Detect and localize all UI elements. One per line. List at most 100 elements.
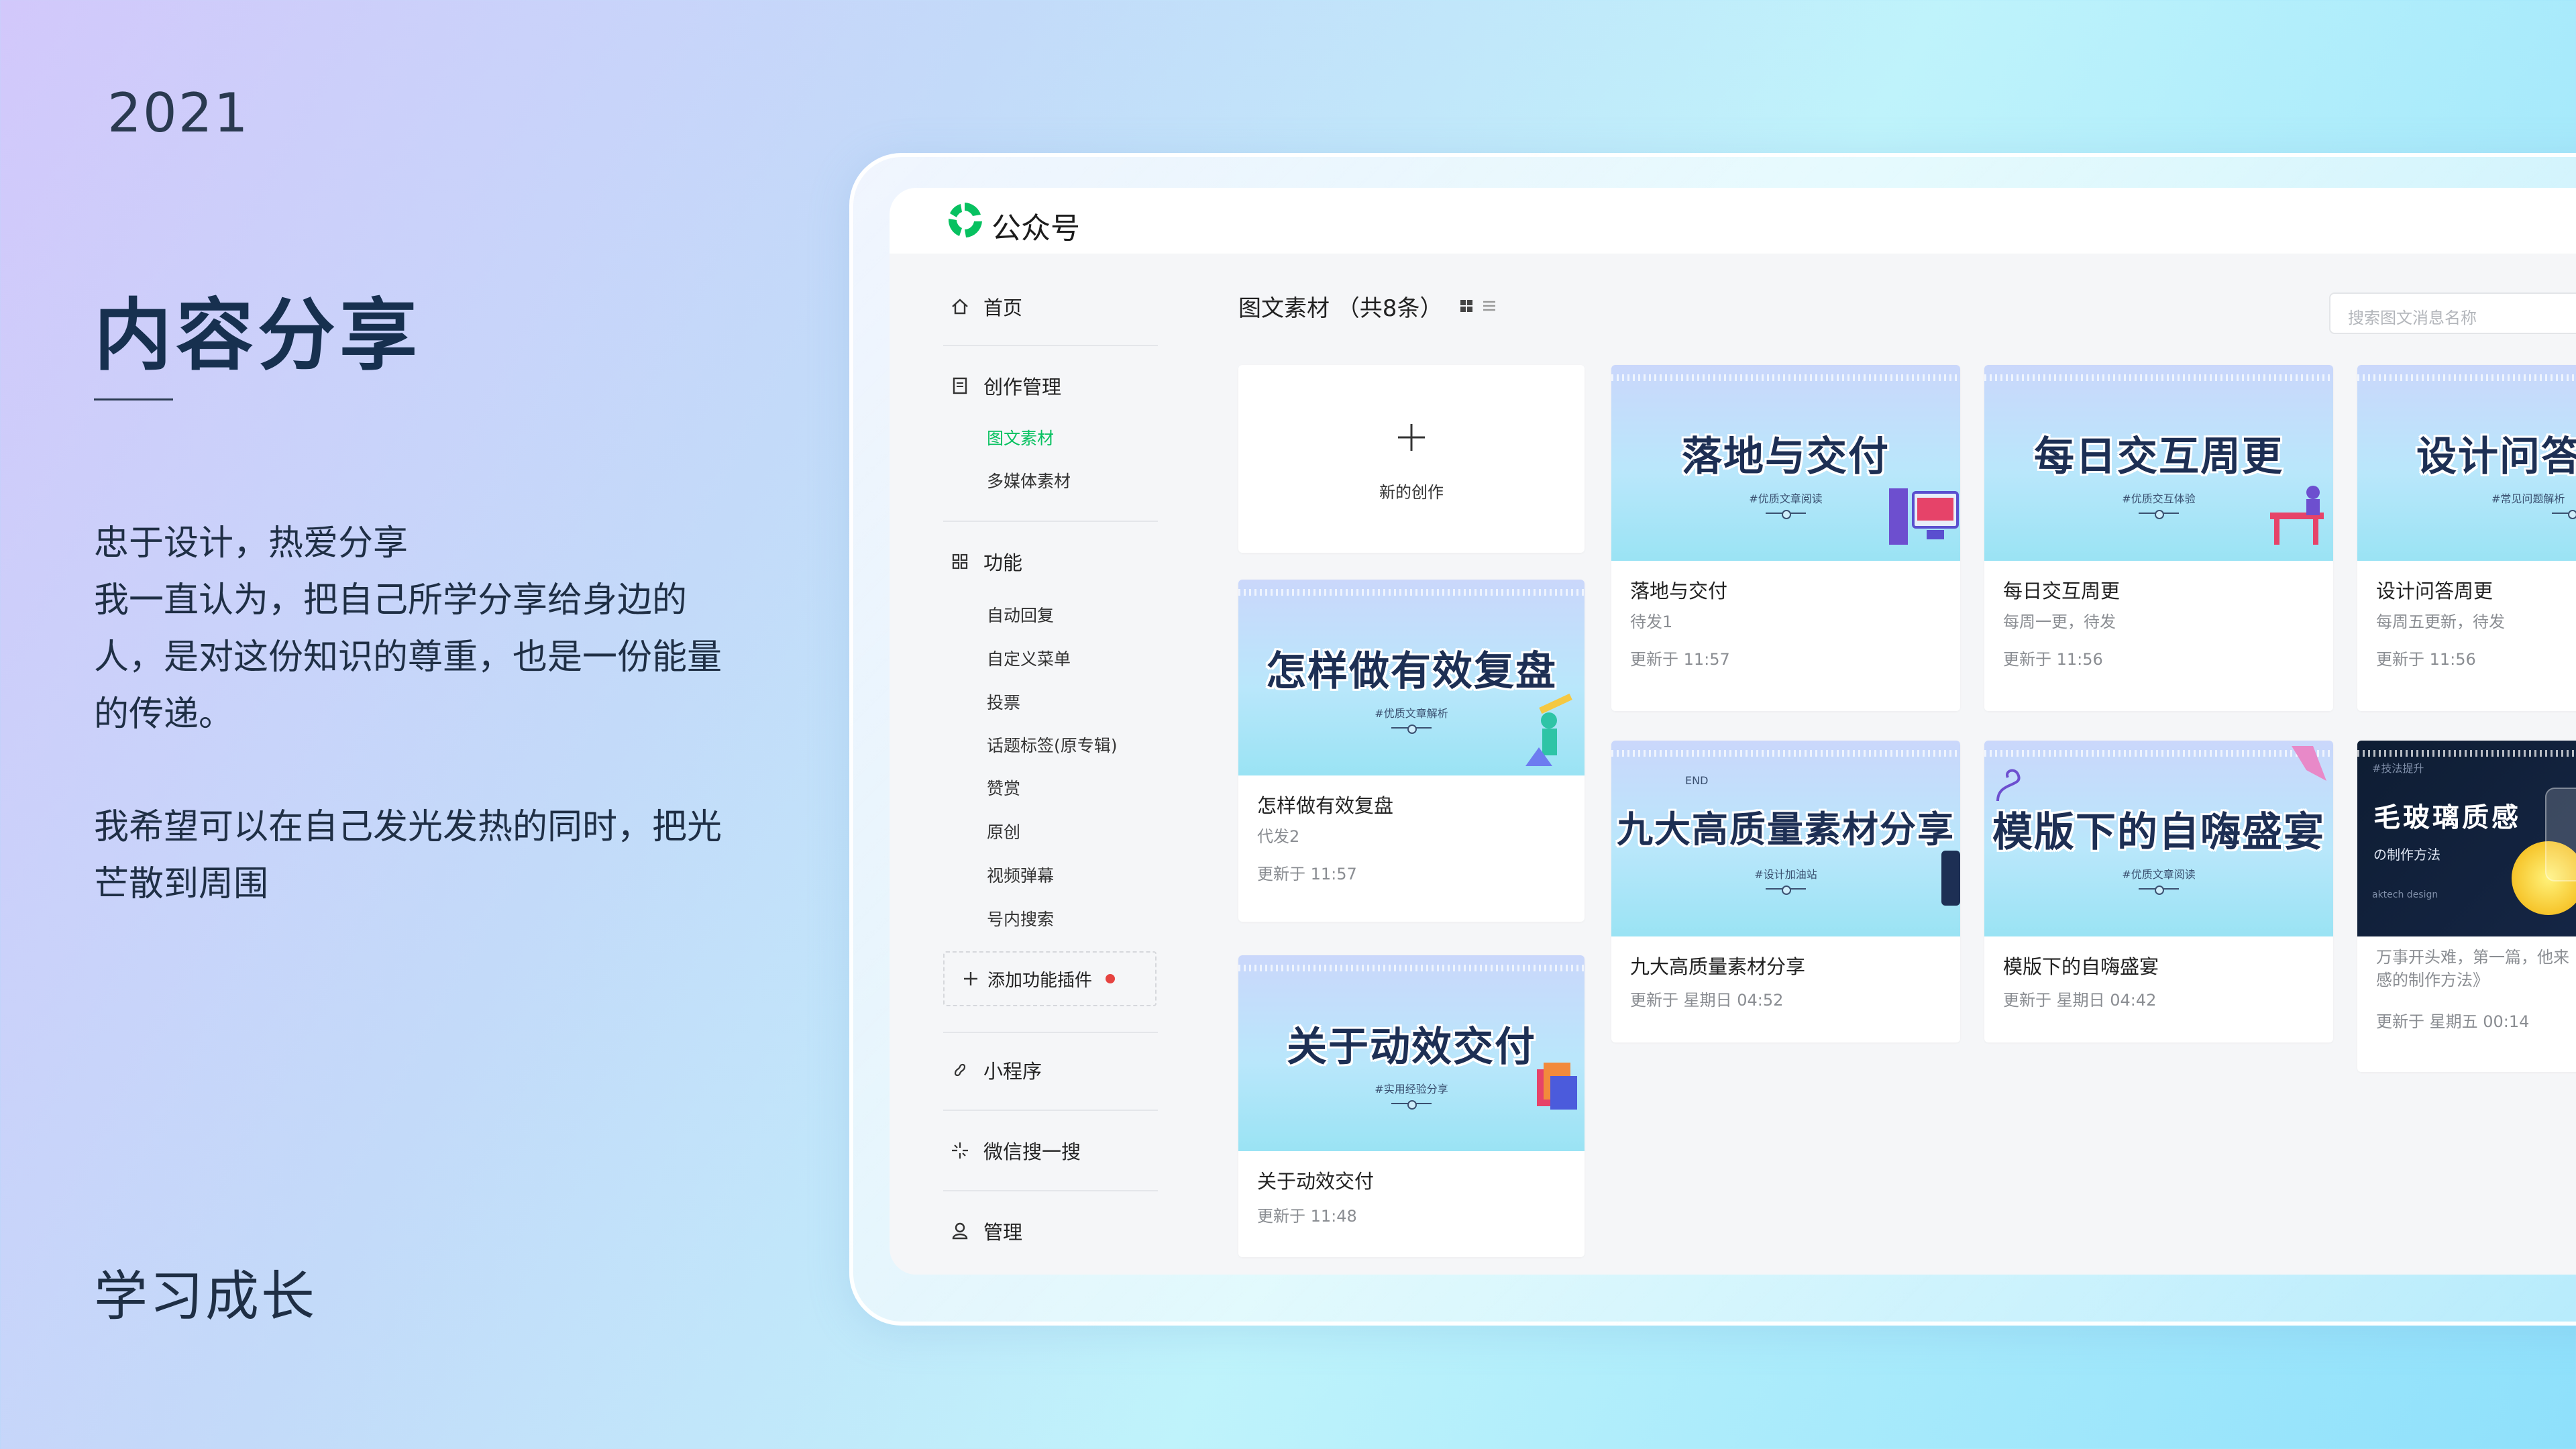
sidebar-item-label: 管理 — [983, 1221, 1023, 1244]
sidebar-subitem-auto-reply[interactable]: 自动回复 — [987, 602, 1054, 627]
cover-title: 模版下的自嗨盛宴 — [1992, 809, 2325, 856]
card-status: 每周五更新，待发 — [2376, 612, 2505, 631]
sidebar-item-features[interactable]: 功能 — [950, 547, 1022, 576]
app-name: 公众号 — [991, 211, 1080, 246]
page-title: 内容分享 — [94, 290, 421, 381]
cover-tag: #设计加油站 — [1754, 868, 1817, 881]
article-card[interactable]: #技法提升 毛玻璃质感 の制作方法 aktech design 万事开头难，第一… — [2357, 741, 2576, 1072]
sidebar-item-label: 功能 — [983, 551, 1023, 574]
notification-dot — [1106, 974, 1116, 983]
cover-title: 九大高质量素材分享 — [1617, 808, 1955, 851]
intro-line: 的传递。 — [94, 694, 234, 735]
wechat-oa-logo-icon[interactable] — [943, 199, 986, 241]
article-cover: 每日交互周更 #优质交互体验 — [1984, 365, 2333, 561]
sidebar-item-label: 微信搜一搜 — [983, 1140, 1081, 1163]
computer-illustration-icon — [1889, 488, 1959, 545]
top-bar: 公众号 — [890, 188, 2576, 254]
plus-icon — [1398, 424, 1425, 451]
article-card[interactable]: 关于动效交付 #实用经验分享 关于动效交付 更新于 11:48 — [1238, 955, 1585, 1257]
article-card[interactable]: 怎样做有效复盘 #优质文章解析 怎样做有效复盘 代发2 更新于 11:57 — [1238, 580, 1585, 922]
cover-ornament — [1391, 724, 1432, 734]
sidebar-item-mini-program[interactable]: 小程序 — [950, 1056, 1042, 1084]
card-updated: 更新于 11:56 — [2003, 650, 2103, 669]
card-updated: 更新于 星期五 00:14 — [2376, 1012, 2530, 1031]
sidebar-subitem-vote[interactable]: 投票 — [987, 690, 1020, 714]
card-title: 落地与交付 — [1630, 580, 1728, 602]
cover-ornament — [2139, 510, 2179, 519]
sidebar-subitem-reward[interactable]: 赞赏 — [987, 775, 1020, 800]
sidebar-subitem-topic-tags[interactable]: 话题标签(原专辑) — [987, 733, 1118, 757]
search-input[interactable]: 搜索图文消息名称 — [2329, 292, 2576, 334]
cover-ornament — [2552, 510, 2576, 519]
sidebar-item-manage[interactable]: 管理 — [950, 1217, 1022, 1245]
app-window: 公众号 首页 创作管理 图文素材 多媒体素材 功能 自动回复 自定义菜单 投票 … — [890, 188, 2576, 1275]
intro-line: 我一直认为，把自己所学分享给身边的 — [94, 580, 688, 621]
cover-title: 设计问答 — [2416, 433, 2576, 480]
card-description: 万事开头难，第一篇，他来 — [2376, 948, 2569, 967]
list-view-icon[interactable] — [1481, 298, 1497, 314]
document-icon — [953, 377, 967, 394]
card-title: 九大高质量素材分享 — [1630, 955, 1806, 978]
year-label: 2021 — [107, 82, 250, 144]
card-title: 关于动效交付 — [1257, 1170, 1375, 1193]
intro-line: 芒散到周围 — [94, 864, 269, 904]
cover-title: 每日交互周更 — [2034, 433, 2284, 480]
ribbon-decoration-icon — [2292, 746, 2326, 781]
cover-footer: aktech design — [2372, 890, 2438, 900]
add-plugin-button[interactable]: 添加功能插件 — [943, 951, 1157, 1006]
card-status: 待发1 — [1630, 612, 1673, 631]
intro-line: 我希望可以在自己发光发热的同时，把光 — [94, 807, 722, 847]
sidebar-subitem-image-text[interactable]: 图文素材 — [987, 425, 1054, 449]
article-cover: 怎样做有效复盘 #优质文章解析 — [1238, 580, 1585, 775]
cover-title: 落地与交付 — [1682, 433, 1890, 480]
cover-subtitle: の制作方法 — [2373, 847, 2440, 863]
card-updated: 更新于 11:57 — [1630, 650, 1730, 669]
card-description: 感的制作方法》 — [2376, 971, 2489, 989]
sidebar-subitem-media[interactable]: 多媒体素材 — [987, 468, 1071, 492]
sidebar-divider — [943, 1110, 1158, 1111]
card-title: 怎样做有效复盘 — [1257, 794, 1394, 817]
card-title: 模版下的自嗨盛宴 — [2003, 955, 2159, 978]
card-updated: 更新于 11:57 — [1257, 865, 1357, 883]
mini-program-icon — [954, 1063, 966, 1077]
cover-ornament — [1766, 885, 1806, 895]
sidebar-item-home[interactable]: 首页 — [950, 292, 1022, 321]
article-card[interactable]: 落地与交付 #优质文章阅读 落地与交付 待发1 更新于 11:57 — [1611, 365, 1960, 711]
sidebar-item-creation[interactable]: 创作管理 — [950, 372, 1061, 400]
cover-title: 毛玻璃质感 — [2373, 802, 2521, 833]
cover-tag: #实用经验分享 — [1375, 1083, 1448, 1095]
cover-ornament — [2139, 885, 2179, 895]
title-divider — [94, 398, 173, 400]
card-updated: 更新于 11:56 — [2376, 650, 2476, 669]
card-status: 代发2 — [1257, 827, 1300, 846]
sidebar-subitem-video-danmaku[interactable]: 视频弹幕 — [987, 863, 1054, 887]
cover-tag: #常见问题解析 — [2491, 492, 2565, 505]
sidebar-subitem-original[interactable]: 原创 — [987, 819, 1020, 843]
article-cover: 设计问答 #常见问题解析 — [2357, 365, 2576, 561]
card-title: 每日交互周更 — [2003, 580, 2121, 602]
article-cover: #技法提升 毛玻璃质感 の制作方法 aktech design — [2357, 741, 2576, 936]
figure-illustration-icon — [1525, 694, 1572, 766]
books-illustration-icon — [1537, 1063, 1577, 1110]
sidebar-item-label: 首页 — [983, 297, 1023, 319]
cover-title: 关于动效交付 — [1287, 1024, 1536, 1071]
sidebar-subitem-in-account-search[interactable]: 号内搜索 — [987, 906, 1054, 930]
user-manage-icon — [952, 1222, 968, 1240]
card-updated: 更新于 星期日 04:42 — [2003, 991, 2157, 1010]
article-card[interactable]: 每日交互周更 #优质交互体验 每日交互周更 每周一更，待发 更新于 11:56 — [1984, 365, 2333, 711]
article-card[interactable]: 设计问答 #常见问题解析 设计问答周更 每周五更新，待发 更新于 11:56 — [2357, 365, 2576, 711]
sidebar-item-wechat-search[interactable]: 微信搜一搜 — [950, 1136, 1081, 1165]
sidebar-divider — [943, 1190, 1158, 1191]
new-creation-label: 新的创作 — [1379, 483, 1444, 502]
new-creation-card[interactable]: 新的创作 — [1238, 365, 1585, 553]
grid-view-icon[interactable] — [1458, 298, 1474, 314]
sparkle-icon — [952, 1142, 968, 1159]
sidebar-item-label: 创作管理 — [983, 376, 1062, 398]
article-card[interactable]: END 九大高质量素材分享 #设计加油站 九大高质量素材分享 更新于 星期日 0… — [1611, 741, 1960, 1042]
cover-tag: #优质文章阅读 — [2122, 868, 2196, 881]
sidebar-subitem-custom-menu[interactable]: 自定义菜单 — [987, 646, 1071, 670]
phone-illustration-icon — [1941, 851, 1960, 906]
card-status: 每周一更，待发 — [2003, 612, 2116, 631]
cover-small-text: END — [1685, 774, 1709, 787]
article-card[interactable]: 模版下的自嗨盛宴 #优质文章阅读 模版下的自嗨盛宴 更新于 星期日 04:42 — [1984, 741, 2333, 1042]
